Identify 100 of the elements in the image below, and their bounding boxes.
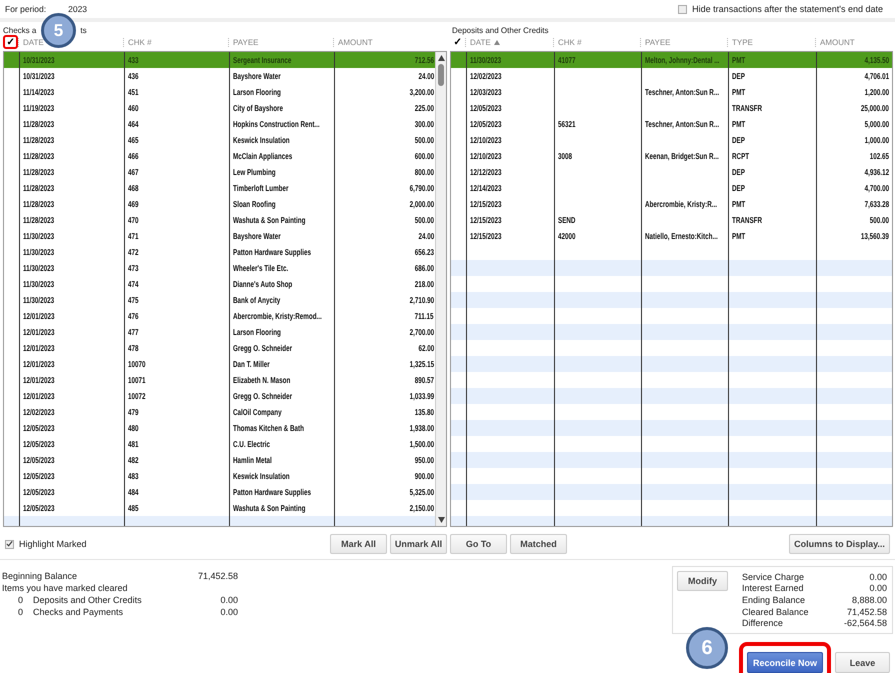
table-cell: 12/01/2023 — [23, 327, 54, 337]
table-cell: 12/01/2023 — [23, 391, 54, 401]
toolbar-button[interactable]: Unmark All — [390, 534, 447, 554]
sort-arrow-icon — [494, 40, 500, 44]
total-label: Service Charge — [742, 572, 804, 582]
table-cell: 467 — [128, 167, 138, 177]
table-cell: 10071 — [128, 375, 146, 385]
table-cell: PMT — [732, 87, 746, 97]
table-cell: 11/30/2023 — [23, 263, 54, 273]
table-cell: 482 — [128, 455, 138, 465]
column-header[interactable]: DATE — [465, 38, 553, 46]
item-count: 0 — [18, 595, 24, 605]
table-row[interactable]: 12/14/2023 DEP 4,700.00 — [451, 180, 892, 196]
summary-label: Beginning Balance — [2, 571, 78, 581]
table-row[interactable]: 12/10/2023 DEP 1,000.00 — [451, 132, 892, 148]
scrollbar[interactable] — [435, 52, 446, 526]
column-header[interactable]: PAYEE — [228, 38, 333, 46]
scroll-down-icon[interactable] — [438, 517, 444, 523]
table-cell: Hopkins Construction Rent... — [233, 119, 320, 129]
table-cell: PMT — [732, 231, 746, 241]
table-row[interactable]: 12/05/2023 TRANSFR 25,000.00 — [451, 100, 892, 116]
table-cell: DEP — [732, 183, 745, 193]
table-cell: 900.00 — [414, 471, 434, 481]
table-cell: 12/01/2023 — [23, 375, 54, 385]
table-cell: 478 — [128, 343, 138, 353]
table-row[interactable]: 12/15/2023 Abercrombie, Kristy:R... PMT 7,633.28 — [451, 196, 892, 212]
table-cell: PMT — [732, 199, 746, 209]
table-row[interactable]: 12/15/2023 42000 Natiello, Ernesto:Kitch... PMT 13,560.39 — [451, 228, 892, 244]
table-cell: 62.00 — [418, 343, 434, 353]
table-cell: Teschner, Anton:Sun R... — [645, 87, 720, 97]
table-cell: 12/05/2023 — [23, 503, 54, 513]
table-cell: 10/31/2023 — [23, 55, 54, 65]
total-value: 0.00 — [869, 572, 887, 582]
step-badge: 6 — [686, 627, 728, 669]
table-cell: Lew Plumbing — [233, 167, 276, 177]
modify-button[interactable]: Modify — [677, 571, 728, 591]
table-cell: 1,325.15 — [410, 359, 434, 369]
table-cell: Larson Flooring — [233, 327, 281, 337]
summary-label: Deposits and Other Credits — [33, 595, 142, 605]
table-cell: 600.00 — [414, 151, 434, 161]
column-header[interactable]: TYPE — [727, 38, 815, 46]
column-header[interactable]: CHK # — [553, 38, 640, 46]
table-cell: 11/28/2023 — [23, 199, 54, 209]
table-cell: 473 — [128, 263, 138, 273]
mark-column-header[interactable]: ✓ — [450, 35, 465, 49]
total-label: Interest Earned — [742, 583, 804, 594]
table-cell: 12/15/2023 — [470, 215, 502, 225]
table-cell: DEP — [732, 167, 745, 177]
table-cell: 12/05/2023 — [23, 471, 54, 481]
table-cell: 11/30/2023 — [470, 55, 502, 65]
scroll-up-icon[interactable] — [438, 55, 444, 61]
table-row[interactable]: 12/02/2023 DEP 4,706.01 — [451, 68, 892, 84]
table-cell: 3008 — [558, 151, 572, 161]
table-cell: 12/02/2023 — [23, 407, 54, 417]
total-value: 71,452.58 — [846, 606, 887, 617]
table-cell: 10070 — [128, 359, 146, 369]
table-cell: Abercrombie, Kristy:R... — [645, 199, 717, 209]
table-cell: 4,706.01 — [864, 71, 889, 81]
table-row[interactable]: 12/10/2023 3008 Keenan, Bridget:Sun R... RCPT 102.65 — [451, 148, 892, 164]
panel-title: Deposits and Other Credits — [452, 26, 548, 35]
total-value: 0.00 — [869, 583, 887, 594]
table-cell: 12/05/2023 — [470, 103, 502, 113]
table-row[interactable]: 12/05/2023 56321 Teschner, Anton:Sun R... PMT 5,000.00 — [451, 116, 892, 132]
table-cell: 1,200.00 — [864, 87, 889, 97]
table-cell: 656.23 — [414, 247, 434, 257]
column-header[interactable]: CHK # — [123, 38, 228, 46]
checkbox[interactable] — [5, 540, 14, 548]
table-cell: 500.00 — [414, 135, 434, 145]
table-cell: 480 — [128, 423, 138, 433]
toolbar-button[interactable]: Matched — [510, 534, 567, 554]
mark-column-header[interactable]: ✓ — [3, 35, 18, 49]
table-cell: 102.65 — [870, 151, 889, 161]
table-row[interactable]: 12/03/2023 Teschner, Anton:Sun R... PMT 1,200.00 — [451, 84, 892, 100]
table-cell: 500.00 — [414, 215, 434, 225]
column-header[interactable]: PAYEE — [640, 38, 727, 46]
table-cell: 11/28/2023 — [23, 215, 54, 225]
table-cell: 451 — [128, 87, 138, 97]
table-cell: 12/12/2023 — [470, 167, 502, 177]
table-cell: 12/05/2023 — [23, 423, 54, 433]
reconcile-button[interactable]: Reconcile Now — [747, 652, 823, 673]
table-cell: 12/10/2023 — [470, 151, 502, 161]
table-cell: TRANSFR — [732, 103, 762, 113]
table-cell: 12/14/2023 — [470, 183, 502, 193]
table-cell: 2,150.00 — [410, 503, 434, 513]
table-cell: 10072 — [128, 391, 146, 401]
table-cell: Dan T. Miller — [233, 359, 270, 369]
columns-button[interactable]: Columns to Display... — [789, 534, 890, 554]
table-cell: 470 — [128, 215, 138, 225]
column-header[interactable]: AMOUNT — [333, 38, 436, 46]
leave-button[interactable]: Leave — [835, 652, 890, 673]
toolbar-button[interactable]: Go To — [450, 534, 507, 554]
toolbar-button[interactable]: Mark All — [330, 534, 387, 554]
table-row[interactable]: 12/15/2023 SEND TRANSFR 500.00 — [451, 212, 892, 228]
table-cell: Bayshore Water — [233, 71, 281, 81]
table-cell: 12/05/2023 — [23, 455, 54, 465]
table-row[interactable]: 12/12/2023 DEP 4,936.12 — [451, 164, 892, 180]
column-header[interactable]: AMOUNT — [815, 38, 891, 46]
checkbox[interactable] — [678, 4, 688, 14]
scroll-thumb[interactable] — [438, 64, 444, 86]
table-cell: SEND — [558, 215, 576, 225]
